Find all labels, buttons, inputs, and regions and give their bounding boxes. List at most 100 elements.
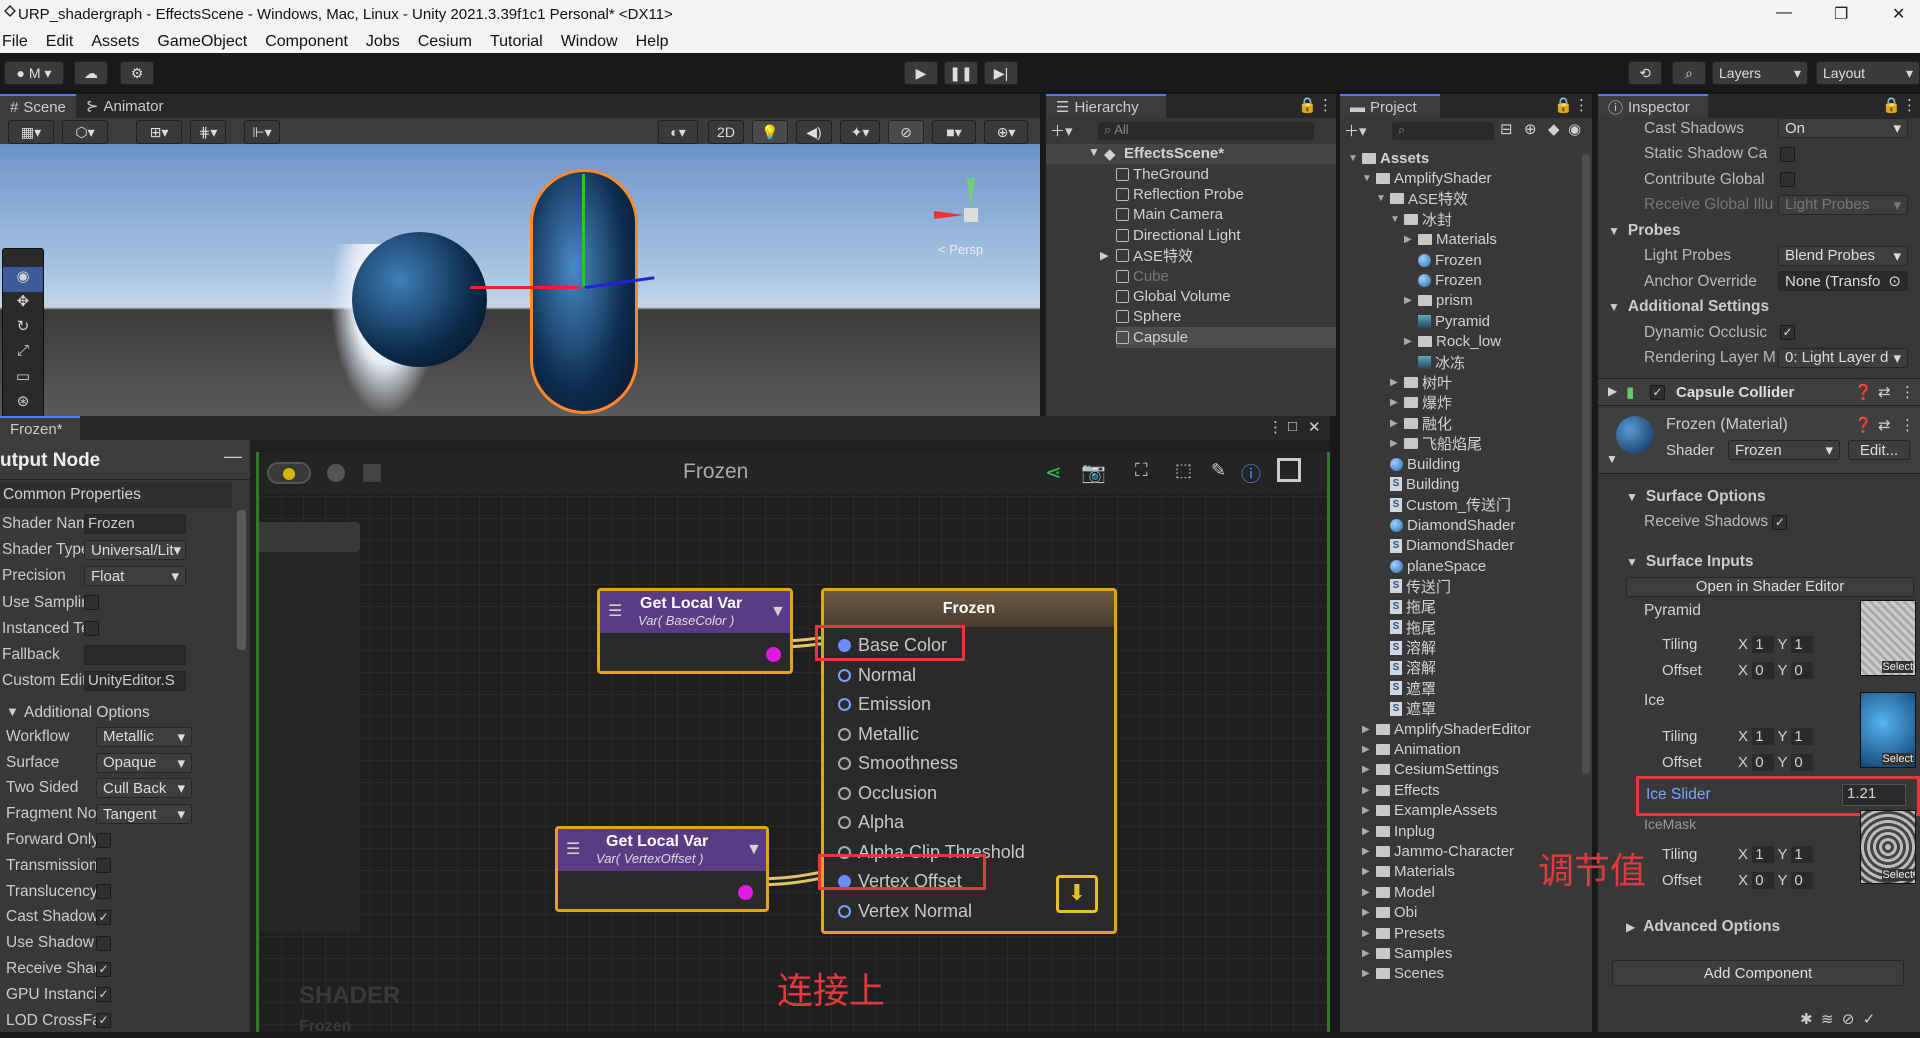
tiling-fields[interactable]: X 1 Y 1 xyxy=(1738,846,1813,863)
triangle-right-icon[interactable]: ▶ xyxy=(1390,438,1404,449)
sphere-object[interactable] xyxy=(352,232,487,367)
project-asset[interactable]: S DiamondShader xyxy=(1340,535,1580,555)
project-folder[interactable]: ▶ Inplug xyxy=(1340,821,1580,841)
tab-inspector[interactable]: ⓘ Inspector xyxy=(1598,94,1708,118)
property-dropdown[interactable]: Opaque ▾ xyxy=(96,752,192,773)
cast-shadows-dropdown[interactable]: On ▾ xyxy=(1778,118,1908,138)
triangle-down-icon[interactable]: ▼ xyxy=(1376,193,1390,204)
additional-settings-header[interactable]: ▼ Additional Settings xyxy=(1598,295,1920,321)
property-checkbox[interactable]: ✓ xyxy=(96,987,111,1003)
triangle-right-icon[interactable]: ▶ xyxy=(1404,295,1418,306)
property-dropdown[interactable]: Cull Back ▾ xyxy=(96,778,192,799)
bug-icon[interactable]: ✱ xyxy=(1800,1011,1813,1028)
project-folder[interactable]: ▶ prism xyxy=(1340,291,1580,311)
lighting-toggle[interactable]: 💡 xyxy=(752,120,788,144)
property-dropdown[interactable]: Universal/Lit ▾ xyxy=(84,540,186,561)
check-icon[interactable]: ✓ xyxy=(1863,1011,1876,1028)
hierarchy-item[interactable]: ▶ ASE特效 xyxy=(1100,246,1336,266)
more-icon[interactable]: ⋮ xyxy=(1574,96,1589,114)
offset-fields[interactable]: X 0 Y 0 xyxy=(1738,754,1813,771)
project-asset[interactable]: DiamondShader xyxy=(1340,515,1580,535)
lock-icon[interactable]: 🔒 xyxy=(1882,96,1901,114)
triangle-right-icon[interactable]: ▶ xyxy=(1362,928,1376,939)
gizmos-dropdown[interactable]: ⊕▾ xyxy=(984,120,1028,144)
offset-y[interactable]: 0 xyxy=(1791,872,1813,889)
menu-jobs[interactable]: Jobs xyxy=(366,33,400,51)
property-text-field[interactable] xyxy=(84,645,186,666)
cloud-button[interactable]: ☁ xyxy=(74,61,108,85)
project-folder[interactable]: ▶ 融化 xyxy=(1340,413,1580,433)
tab-frozen[interactable]: Frozen* xyxy=(0,416,80,440)
property-checkbox[interactable] xyxy=(96,935,111,951)
get-local-var-node-2[interactable]: ☰ Get Local Var Var( VertexOffset ) ▼ xyxy=(555,826,769,912)
input-port[interactable]: Smoothness xyxy=(838,749,1114,779)
triangle-right-icon[interactable]: ▶ xyxy=(1362,805,1376,816)
project-folder[interactable]: ▼ 冰封 xyxy=(1340,209,1580,229)
close-panel-icon[interactable]: ✕ xyxy=(1308,418,1321,436)
project-folder[interactable]: ▶ Materials xyxy=(1340,230,1580,250)
preset-icon[interactable]: ⇄ xyxy=(1878,383,1891,401)
add-object-button[interactable]: ＋▾ xyxy=(1050,120,1090,140)
offset-fields[interactable]: X 0 Y 0 xyxy=(1738,662,1813,679)
menu-file[interactable]: File xyxy=(2,33,28,51)
offset-x[interactable]: 0 xyxy=(1752,662,1774,679)
property-text-field[interactable]: UnityEditor.S xyxy=(84,671,186,692)
triangle-right-icon[interactable]: ▶ xyxy=(1362,866,1376,877)
offset-fields[interactable]: X 0 Y 0 xyxy=(1738,872,1813,889)
property-checkbox[interactable] xyxy=(96,832,111,848)
triangle-right-icon[interactable]: ▶ xyxy=(1362,764,1376,775)
menu-gameobject[interactable]: GameObject xyxy=(157,33,247,51)
shader-dropdown[interactable]: Frozen ▾ xyxy=(1728,440,1840,460)
move-tool-icon[interactable]: ✥ xyxy=(3,292,43,317)
hierarchy-search-input[interactable]: ⌕ All xyxy=(1098,122,1314,140)
project-asset[interactable]: S 传送门 xyxy=(1340,576,1580,596)
account-button[interactable]: ● M ▾ xyxy=(4,61,64,85)
shading-dropdown[interactable]: ⬡▾ xyxy=(62,120,108,144)
project-asset[interactable]: S 拖尾 xyxy=(1340,617,1580,637)
scene-root-row[interactable]: ▼ ◆ EffectsScene* xyxy=(1046,144,1336,164)
tiling-fields[interactable]: X 1 Y 1 xyxy=(1738,636,1813,653)
more-icon[interactable]: ⋮ xyxy=(1900,416,1915,434)
project-folder[interactable]: ▶ ExampleAssets xyxy=(1340,801,1580,821)
draw-mode-dropdown[interactable]: ▦▾ xyxy=(8,120,54,144)
project-asset[interactable]: Building xyxy=(1340,454,1580,474)
project-folder[interactable]: ▶ 树叶 xyxy=(1340,372,1580,392)
property-checkbox[interactable]: ✓ xyxy=(96,909,111,925)
audio-toggle[interactable]: ◀) xyxy=(796,120,832,144)
create-asset-button[interactable]: ＋▾ xyxy=(1344,120,1384,140)
capsule-collider-header[interactable]: ▶ ▮ ✓ Capsule Collider ❓ ⇄ ⋮ xyxy=(1598,378,1920,406)
tiling-y[interactable]: 1 xyxy=(1791,636,1813,653)
minimize-icon[interactable]: — xyxy=(1776,4,1792,22)
project-asset[interactable]: S 遮罩 xyxy=(1340,699,1580,719)
project-asset[interactable]: S 溶解 xyxy=(1340,637,1580,657)
output-port[interactable] xyxy=(766,647,781,662)
hierarchy-item[interactable]: Cube xyxy=(1116,266,1336,286)
open-shader-editor-button[interactable]: Open in Shader Editor xyxy=(1626,576,1914,597)
project-folder[interactable]: ▶ Obi xyxy=(1340,902,1580,922)
project-asset[interactable]: Frozen xyxy=(1340,270,1580,290)
y-axis-handle[interactable] xyxy=(582,174,585,286)
property-checkbox[interactable]: ✓ xyxy=(96,1013,111,1029)
tab-scene[interactable]: # Scene xyxy=(0,94,76,118)
tiling-x[interactable]: 1 xyxy=(1752,728,1774,745)
grid-toggle[interactable]: ⋕▾ xyxy=(190,120,226,144)
triangle-right-icon[interactable]: ▶ xyxy=(1362,744,1376,755)
project-asset[interactable]: planeSpace xyxy=(1340,556,1580,576)
help-icon[interactable]: ❓ xyxy=(1854,383,1873,401)
project-folder[interactable]: ▶ AmplifyShaderEditor xyxy=(1340,719,1580,739)
camera-dropdown[interactable]: ■▾ xyxy=(932,120,976,144)
port-socket[interactable] xyxy=(838,727,851,741)
visibility-icon[interactable]: ◉ xyxy=(1568,120,1581,138)
triangle-right-icon[interactable]: ▶ xyxy=(1404,234,1418,245)
menu-component[interactable]: Component xyxy=(265,33,348,51)
filter-icon[interactable]: ⊟ xyxy=(1500,120,1513,138)
static-shadow-checkbox[interactable] xyxy=(1780,146,1795,162)
undo-history-button[interactable]: ⟲ xyxy=(1628,61,1662,85)
property-text-field[interactable]: Frozen xyxy=(84,514,186,535)
step-button[interactable]: ▶| xyxy=(984,61,1018,85)
triangle-right-icon[interactable]: ▶ xyxy=(1390,418,1404,429)
triangle-right-icon[interactable]: ▶ xyxy=(1390,397,1404,408)
edit-shader-button[interactable]: Edit... xyxy=(1848,440,1910,460)
help-icon[interactable]: ❓ xyxy=(1854,416,1873,434)
receive-shadows-checkbox[interactable]: ✓ xyxy=(1772,514,1788,530)
